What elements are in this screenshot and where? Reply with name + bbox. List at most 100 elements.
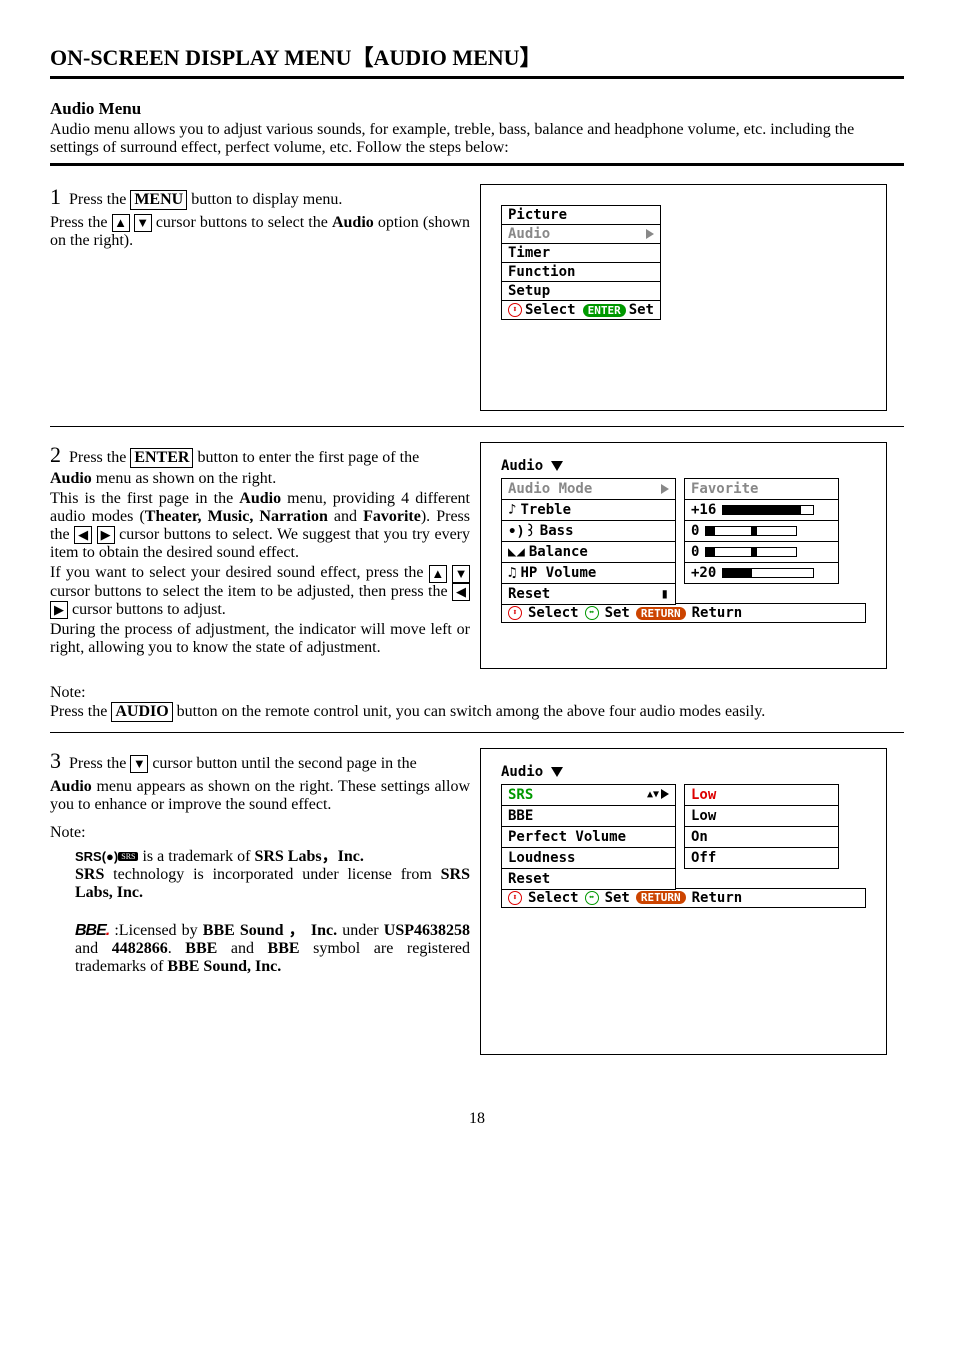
- step-3-text: 3 Press the ▼ cursor button until the se…: [50, 748, 480, 976]
- step-2-line1a: Press the: [69, 449, 130, 466]
- osd-item-picture[interactable]: Picture: [501, 205, 661, 225]
- bbe-line: BBE. :Licensed by BBE Sound ， Inc. under…: [75, 916, 470, 976]
- osd3-hints: ⬍Select ⬌Set RETURNReturn: [501, 888, 866, 908]
- left-arrow-icon: ◀: [452, 583, 470, 601]
- set-indicator-icon: ⬌: [585, 606, 599, 620]
- note-1: Note: Press the AUDIO button on the remo…: [50, 684, 904, 733]
- right-arrow-icon: ▶: [50, 601, 68, 619]
- step-3-note-label: Note:: [50, 824, 470, 842]
- set-indicator-icon: ⬌: [585, 891, 599, 905]
- step-2-number: 2: [50, 442, 61, 467]
- right-arrow-icon: [646, 229, 654, 239]
- osd2-title: Audio: [501, 458, 563, 474]
- up-arrow-icon: ▲: [429, 565, 447, 583]
- osd-item-setup[interactable]: Setup: [501, 281, 661, 301]
- osd2-reset[interactable]: Reset▮: [501, 583, 676, 605]
- osd2-bass-value: 0: [684, 520, 839, 542]
- osd3-reset[interactable]: Reset: [501, 868, 676, 890]
- osd2-hpvolume-value: +20: [684, 562, 839, 584]
- step-1-line1b: button to display menu.: [191, 191, 342, 208]
- osd2-hints: ⬍Select ⬌Set RETURNReturn: [501, 603, 866, 623]
- osd-item-audio[interactable]: Audio: [501, 224, 661, 244]
- osd2-balance[interactable]: ◣◢Balance: [501, 541, 676, 563]
- return-pill: RETURN: [636, 891, 686, 904]
- step-2-text: 2 Press the ENTER button to enter the fi…: [50, 442, 480, 657]
- note-1-text-a: Press the: [50, 703, 111, 720]
- osd3-bbe[interactable]: BBE: [501, 805, 676, 827]
- step-3-line1b: cursor button until the second page in t…: [152, 755, 416, 772]
- srs-sub-icon: SRS: [118, 852, 138, 861]
- right-arrow-icon: [661, 484, 669, 494]
- step-1-line1a: Press the: [69, 191, 130, 208]
- osd3-title: Audio: [501, 764, 563, 780]
- treble-slider[interactable]: [722, 505, 814, 515]
- step-2: 2 Press the ENTER button to enter the fi…: [50, 442, 904, 674]
- step-3-note: Note: SRS(●)SRS is a trademark of SRS La…: [50, 824, 470, 976]
- step-1-line2a: Press the: [50, 214, 112, 231]
- osd-menu-list: Picture Audio Timer Function Setup ⬍ Sel…: [501, 205, 661, 320]
- select-indicator-icon: ⬍: [508, 891, 522, 905]
- left-arrow-icon: ◀: [74, 526, 92, 544]
- srs-logo-icon: SRS(●): [75, 849, 118, 864]
- step-1-line2b: cursor buttons to select the: [156, 214, 332, 231]
- select-indicator-icon: ⬍: [508, 606, 522, 620]
- osd-item-timer[interactable]: Timer: [501, 243, 661, 263]
- osd2-treble-value: +16: [684, 499, 839, 521]
- bbe-logo-icon: BBE.: [75, 922, 109, 940]
- return-pill: RETURN: [636, 607, 686, 620]
- step-3-line2: Audio menu appears as shown on the right…: [50, 778, 470, 813]
- osd-hints: ⬍ Select ENTER Set: [501, 300, 661, 320]
- enter-pill: ENTER: [583, 304, 626, 317]
- osd3-srs[interactable]: SRS▲▼: [501, 784, 676, 806]
- up-arrow-icon: ▲: [112, 214, 130, 232]
- intro-text: Audio menu allows you to adjust various …: [50, 121, 904, 157]
- srs-line: is a trademark of SRS Labs，Inc.: [142, 848, 363, 865]
- step-3-number: 3: [50, 748, 61, 773]
- right-arrow-icon: [661, 789, 669, 799]
- hp-volume-slider[interactable]: [722, 568, 814, 578]
- menu-button-label: MENU: [130, 190, 187, 210]
- audio-button-label: AUDIO: [111, 702, 172, 722]
- osd3-perfectvolume-value: On: [684, 826, 839, 848]
- step-2-para2: This is the first page in the Audio menu…: [50, 490, 470, 561]
- right-arrow-icon: ▶: [97, 526, 115, 544]
- osd-panel-3: Audio SRS▲▼ BBE Perfect Volume Loudness …: [480, 748, 887, 1055]
- osd2-audiomode[interactable]: Audio Mode: [501, 478, 676, 500]
- step-2-para3: If you want to select your desired sound…: [50, 564, 470, 618]
- step-1-number: 1: [50, 184, 61, 209]
- down-arrow-icon: ▼: [452, 565, 470, 583]
- note-1-label: Note:: [50, 684, 904, 702]
- osd2-audiomode-value: Favorite: [684, 478, 839, 500]
- step-2-para4: During the process of adjustment, the in…: [50, 621, 470, 656]
- step-3-line1a: Press the: [69, 755, 130, 772]
- step-1: 1 Press the MENU button to display menu.…: [50, 184, 904, 427]
- down-arrow-icon: ▼: [130, 755, 148, 773]
- osd-panel-1: Picture Audio Timer Function Setup ⬍ Sel…: [480, 184, 887, 411]
- note-1-text-b: button on the remote control unit, you c…: [177, 703, 766, 720]
- step-2-audio-word: Audio: [50, 470, 92, 487]
- osd3-srs-value: Low: [684, 784, 839, 806]
- osd2-hpvolume[interactable]: ♫HP Volume: [501, 562, 676, 584]
- balance-slider[interactable]: [705, 547, 797, 557]
- osd3-loudness-value: Off: [684, 847, 839, 869]
- down-triangle-icon: [551, 767, 563, 777]
- divider: [50, 163, 904, 166]
- osd3-perfectvolume[interactable]: Perfect Volume: [501, 826, 676, 848]
- page-number: 18: [50, 1110, 904, 1128]
- enter-button-label: ENTER: [130, 448, 193, 468]
- step-2-line2b: menu as shown on the right.: [96, 470, 276, 487]
- step-3: 3 Press the ▼ cursor button until the se…: [50, 748, 904, 1070]
- srs-trademark-line: SRS(●)SRS is a trademark of SRS Labs，Inc…: [75, 842, 470, 866]
- osd-item-function[interactable]: Function: [501, 262, 661, 282]
- osd3-bbe-value: Low: [684, 805, 839, 827]
- step-2-line1b: button to enter the first page of the: [197, 449, 419, 466]
- srs-tech-line: SRS technology is incorporated under lic…: [75, 866, 470, 902]
- osd2-bass[interactable]: •)꒱Bass: [501, 520, 676, 542]
- select-indicator-icon: ⬍: [508, 303, 522, 317]
- page-title: ON-SCREEN DISPLAY MENU【AUDIO MENU】: [50, 40, 904, 79]
- osd3-loudness[interactable]: Loudness: [501, 847, 676, 869]
- down-triangle-icon: [551, 461, 563, 471]
- down-arrow-icon: ▼: [134, 214, 152, 232]
- bass-slider[interactable]: [705, 526, 797, 536]
- osd2-treble[interactable]: ♪Treble: [501, 499, 676, 521]
